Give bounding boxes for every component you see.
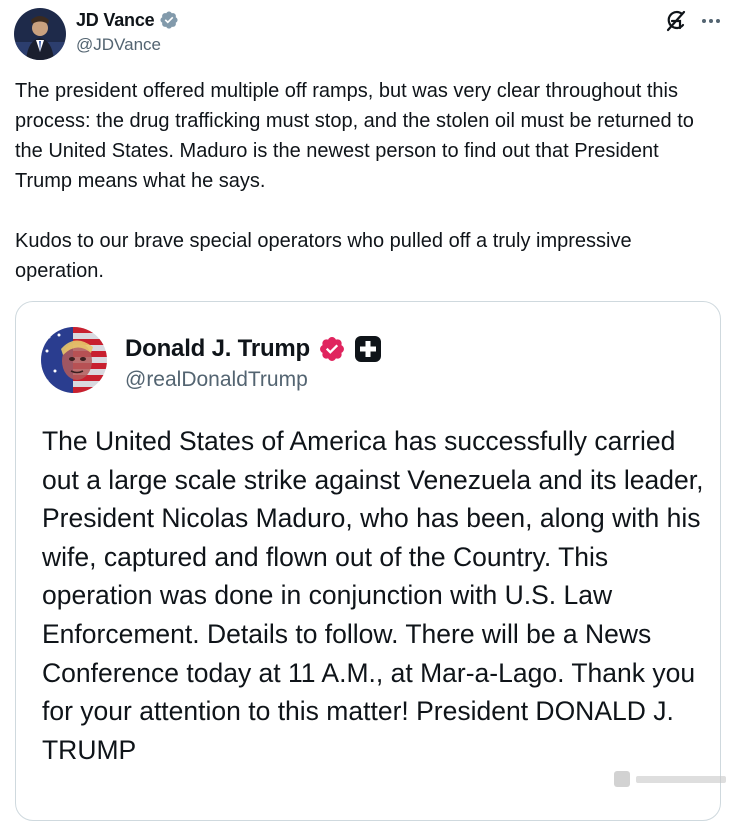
- tweet-paragraph: Kudos to our brave special operators who…: [15, 230, 632, 282]
- author-avatar[interactable]: [14, 8, 66, 60]
- quoted-tweet-card[interactable]: Donald J. Trump @realDonaldTrump The Uni…: [15, 301, 721, 821]
- quoted-author-avatar[interactable]: [41, 327, 107, 393]
- quoted-author-name-row: Donald J. Trump: [125, 333, 382, 365]
- quoted-author-handle[interactable]: @realDonaldTrump: [125, 368, 308, 392]
- plus-badge-icon[interactable]: [354, 335, 382, 363]
- author-name-row: JD Vance: [76, 8, 179, 32]
- author-name[interactable]: JD Vance: [76, 10, 155, 31]
- quoted-author-name[interactable]: Donald J. Trump: [125, 335, 310, 363]
- tweet-text: The president offered multiple off ramps…: [15, 76, 720, 286]
- verified-badge-icon[interactable]: [159, 10, 179, 30]
- author-handle[interactable]: @JDVance: [76, 35, 161, 55]
- verified-badge-icon[interactable]: [318, 335, 346, 363]
- quoted-tweet-text: The United States of America has success…: [42, 426, 704, 765]
- watermark-logo: [612, 768, 730, 790]
- more-horizontal-icon[interactable]: [700, 10, 722, 32]
- tweet-paragraph: The president offered multiple off ramps…: [15, 80, 694, 192]
- tweet-page: JD Vance @JDVance The president offered …: [0, 0, 740, 821]
- grok-icon[interactable]: [663, 8, 689, 34]
